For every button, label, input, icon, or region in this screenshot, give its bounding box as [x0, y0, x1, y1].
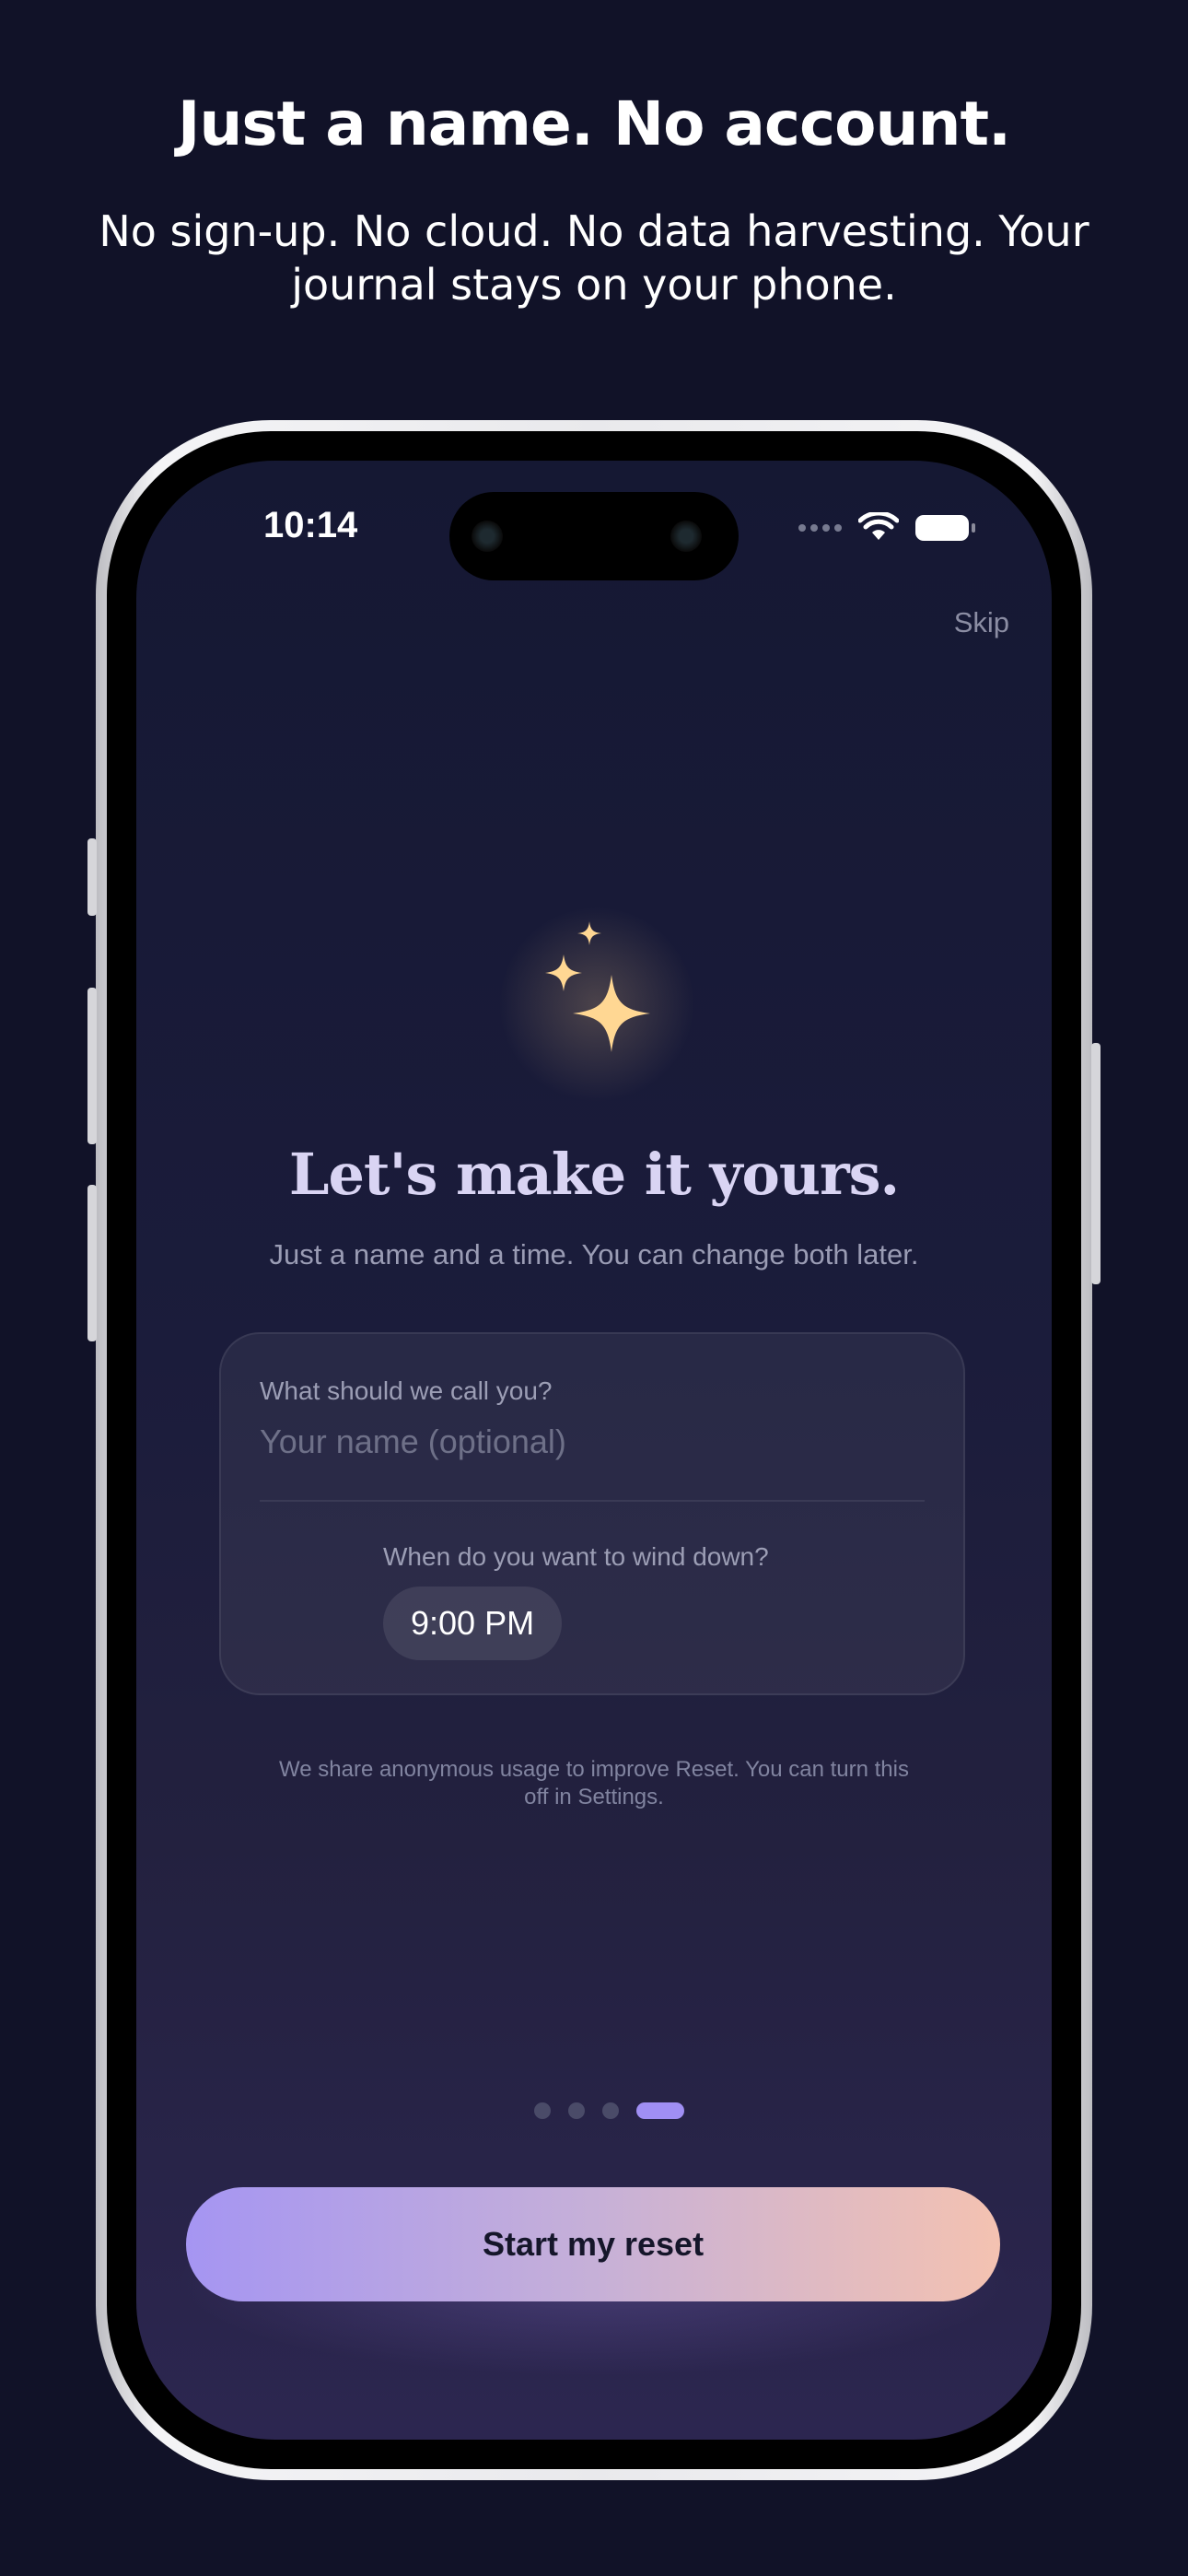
start-reset-button[interactable]: Start my reset: [186, 2187, 1000, 2301]
page-dot-1: [533, 2102, 551, 2119]
name-input[interactable]: [260, 1419, 923, 1465]
page-dot-4-active: [635, 2102, 684, 2119]
onboarding-title: Let's make it yours.: [288, 1141, 900, 1208]
battery-icon: [915, 515, 975, 541]
status-indicators: [798, 512, 975, 544]
phone-volume-down-button: [87, 1185, 97, 1341]
privacy-note: We share anonymous usage to improve Rese…: [279, 1757, 909, 1809]
marketing-headline: Just a name. No account.: [177, 88, 1011, 159]
signal-icon: [798, 524, 842, 532]
marketing-subheadline: No sign-up. No cloud. No data harvesting…: [99, 206, 1089, 310]
onboarding-subtitle: Just a name and a time. You can change b…: [269, 1238, 919, 1270]
wifi-icon: [858, 512, 899, 540]
sparkles-icon: [486, 903, 707, 1106]
preferences-card: What should we call you? When do you wan…: [219, 1332, 965, 1695]
phone-volume-up-button: [87, 988, 97, 1144]
dynamic-island: [449, 492, 739, 580]
phone-power-button: [1091, 1043, 1101, 1284]
skip-button[interactable]: Skip: [954, 606, 1009, 639]
card-divider: [260, 1500, 925, 1502]
phone-action-button: [87, 838, 97, 916]
sensor-icon: [670, 521, 702, 552]
wind-down-time-picker[interactable]: 9:00 PM: [383, 1587, 563, 1660]
camera-icon: [472, 521, 503, 552]
phone-screen: 10:14 Skip Let's make it yours. Just a n…: [136, 461, 1052, 2440]
page-dot-3: [601, 2102, 619, 2119]
page-dot-2: [567, 2102, 585, 2119]
page-indicator: [151, 2102, 1052, 2119]
wind-down-label: When do you want to wind down?: [383, 1542, 769, 1571]
status-time: 10:14: [263, 505, 358, 545]
name-field-label: What should we call you?: [260, 1376, 553, 1405]
